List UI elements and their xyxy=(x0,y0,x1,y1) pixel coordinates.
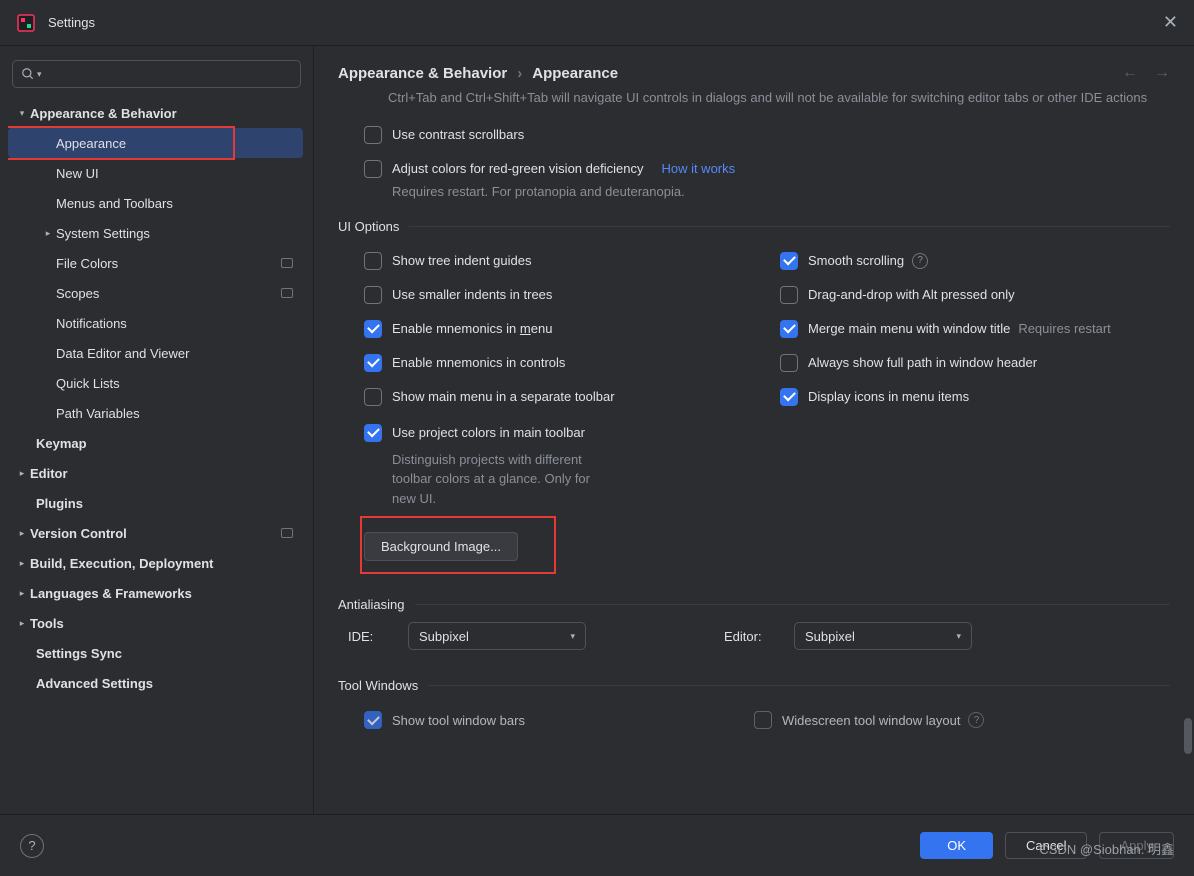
navigation-hint-text: Ctrl+Tab and Ctrl+Shift+Tab will navigat… xyxy=(338,88,1170,108)
chevron-down-icon: ▾ xyxy=(956,631,961,642)
breadcrumb-parent[interactable]: Appearance & Behavior xyxy=(338,65,507,82)
sidebar-item-keymap[interactable]: Keymap xyxy=(8,428,303,458)
sidebar-item-scopes[interactable]: Scopes xyxy=(8,278,303,308)
search-input[interactable]: ▾ xyxy=(12,60,301,88)
sidebar-item-build-exec-deploy[interactable]: ▸Build, Execution, Deployment xyxy=(8,548,303,578)
close-icon[interactable]: ✕ xyxy=(1163,12,1178,33)
settings-tree: ▾Appearance & Behavior Appearance New UI… xyxy=(8,98,305,698)
sidebar-item-editor[interactable]: ▸Editor xyxy=(8,458,303,488)
nav-back-icon[interactable]: ← xyxy=(1122,64,1138,82)
ok-button[interactable]: OK xyxy=(920,832,993,859)
section-tool-windows: Tool Windows xyxy=(338,678,1170,693)
sidebar-item-system-settings[interactable]: ▸System Settings xyxy=(8,218,303,248)
sidebar-item-file-colors[interactable]: File Colors xyxy=(8,248,303,278)
apply-button[interactable]: Apply xyxy=(1099,832,1174,859)
scrollbar-thumb[interactable] xyxy=(1184,718,1192,754)
checkbox-full-path-header[interactable]: Always show full path in window header xyxy=(754,346,1170,380)
checkbox-contrast-scrollbars[interactable]: Use contrast scrollbars xyxy=(338,118,1170,152)
checkbox-tree-indent-guides[interactable]: Show tree indent guides xyxy=(338,244,754,278)
scope-badge-icon xyxy=(281,258,293,268)
checkbox-drag-drop-alt[interactable]: Drag-and-drop with Alt pressed only xyxy=(754,278,1170,312)
sidebar-item-path-variables[interactable]: Path Variables xyxy=(8,398,303,428)
sidebar-item-appearance[interactable]: Appearance xyxy=(8,128,303,158)
sidebar-item-new-ui[interactable]: New UI xyxy=(8,158,303,188)
sidebar-item-languages-frameworks[interactable]: ▸Languages & Frameworks xyxy=(8,578,303,608)
sidebar-item-tools[interactable]: ▸Tools xyxy=(8,608,303,638)
checkbox-display-icons-menu[interactable]: Display icons in menu items xyxy=(754,380,1170,414)
nav-forward-icon[interactable]: → xyxy=(1154,64,1170,82)
checkbox-main-menu-separate[interactable]: Show main menu in a separate toolbar xyxy=(338,380,754,414)
sidebar-item-plugins[interactable]: Plugins xyxy=(8,488,303,518)
checkbox-widescreen-layout[interactable]: Widescreen tool window layout? xyxy=(754,703,1170,737)
cancel-button[interactable]: Cancel xyxy=(1005,832,1087,859)
editor-aa-label: Editor: xyxy=(724,629,780,644)
sidebar-item-advanced-settings[interactable]: Advanced Settings xyxy=(8,668,303,698)
sidebar-item-menus-toolbars[interactable]: Menus and Toolbars xyxy=(8,188,303,218)
footer: ? OK Cancel Apply xyxy=(0,814,1194,876)
checkbox-show-tool-window-bars[interactable]: Show tool window bars xyxy=(338,703,754,737)
search-icon xyxy=(21,67,35,81)
ide-aa-select[interactable]: Subpixel▾ xyxy=(408,622,586,650)
section-ui-options: UI Options xyxy=(338,219,1170,234)
sidebar-item-quick-lists[interactable]: Quick Lists xyxy=(8,368,303,398)
checkbox-adjust-colors[interactable]: Adjust colors for red-green vision defic… xyxy=(338,152,1170,186)
ide-aa-label: IDE: xyxy=(348,629,394,644)
sidebar-item-appearance-behavior[interactable]: ▾Appearance & Behavior xyxy=(8,98,303,128)
background-image-button[interactable]: Background Image... xyxy=(364,532,518,561)
chevron-down-icon: ▾ xyxy=(570,631,575,642)
window-title: Settings xyxy=(48,15,95,30)
breadcrumb-separator: › xyxy=(517,65,522,82)
checkbox-smooth-scrolling[interactable]: Smooth scrolling? xyxy=(754,244,1170,278)
sidebar-item-notifications[interactable]: Notifications xyxy=(8,308,303,338)
app-icon xyxy=(16,13,36,33)
sidebar: ▾ ▾Appearance & Behavior Appearance New … xyxy=(0,46,314,814)
project-colors-hint: Distinguish projects with different tool… xyxy=(338,450,598,509)
scope-badge-icon xyxy=(281,528,293,538)
help-icon[interactable]: ? xyxy=(968,712,984,728)
editor-aa-select[interactable]: Subpixel▾ xyxy=(794,622,972,650)
help-icon[interactable]: ? xyxy=(912,253,928,269)
sidebar-item-settings-sync[interactable]: Settings Sync xyxy=(8,638,303,668)
scope-badge-icon xyxy=(281,288,293,298)
checkbox-mnemonics-menu[interactable]: Enable mnemonics in menu xyxy=(338,312,754,346)
breadcrumb-child: Appearance xyxy=(532,65,618,82)
section-antialiasing: Antialiasing xyxy=(338,597,1170,612)
sidebar-item-data-editor-viewer[interactable]: Data Editor and Viewer xyxy=(8,338,303,368)
help-button[interactable]: ? xyxy=(20,834,44,858)
titlebar: Settings ✕ xyxy=(0,0,1194,46)
how-it-works-link[interactable]: How it works xyxy=(661,161,735,176)
checkbox-mnemonics-controls[interactable]: Enable mnemonics in controls xyxy=(338,346,754,380)
checkbox-project-colors[interactable]: Use project colors in main toolbar xyxy=(338,416,754,450)
sidebar-item-version-control[interactable]: ▸Version Control xyxy=(8,518,303,548)
content-panel: Appearance & Behavior › Appearance ← → C… xyxy=(314,46,1194,814)
checkbox-merge-main-menu[interactable]: Merge main menu with window titleRequire… xyxy=(754,312,1170,346)
checkbox-smaller-indents[interactable]: Use smaller indents in trees xyxy=(338,278,754,312)
adjust-colors-hint: Requires restart. For protanopia and deu… xyxy=(338,184,1170,199)
